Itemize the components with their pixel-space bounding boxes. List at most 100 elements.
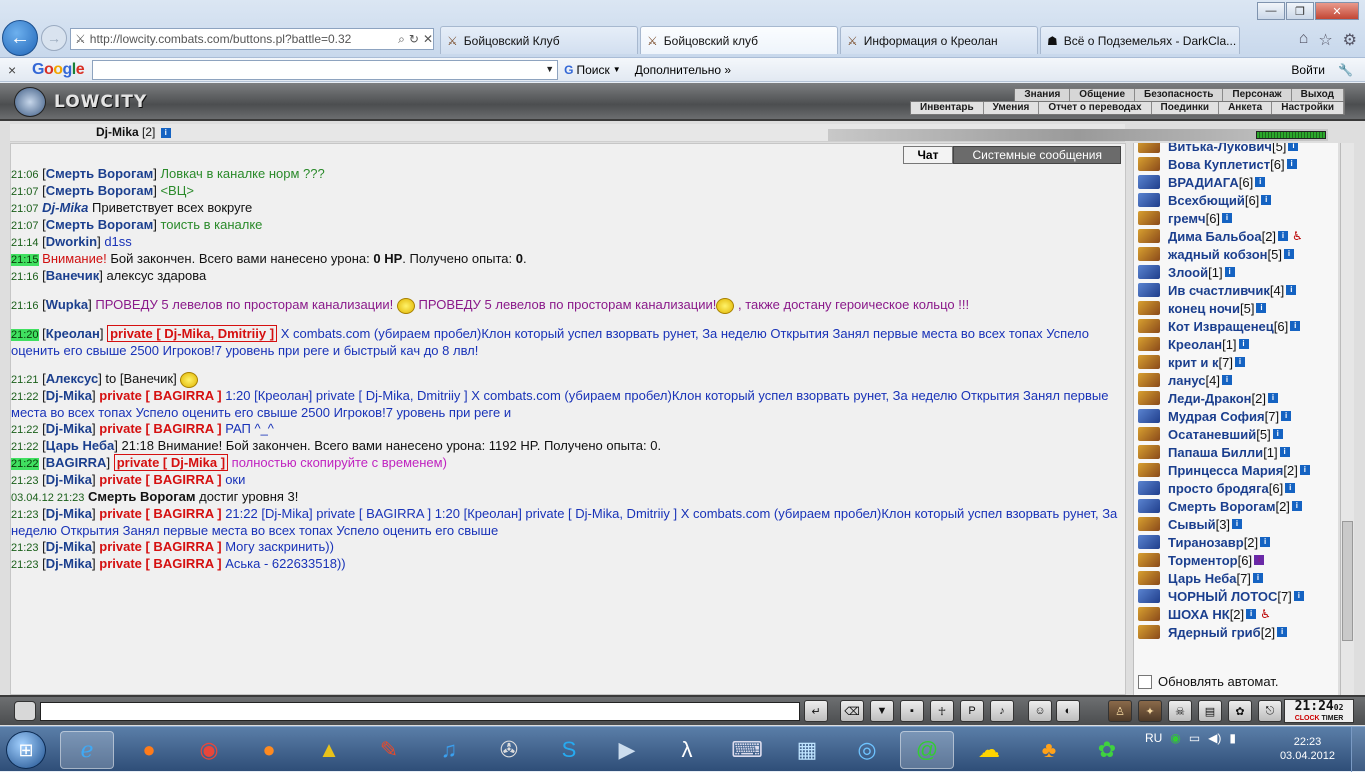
online-user-name[interactable]: Тиранозавр bbox=[1168, 535, 1244, 550]
helmet-button[interactable]: ◐ bbox=[1056, 700, 1080, 722]
user-status-icon[interactable] bbox=[1138, 553, 1160, 567]
taskbar-app-4[interactable]: ● bbox=[242, 731, 296, 769]
online-user-name[interactable]: гремч bbox=[1168, 211, 1206, 226]
private-tag[interactable]: private [ BAGIRRA ] bbox=[99, 539, 221, 554]
message-timestamp[interactable]: 21:23 bbox=[11, 542, 39, 554]
user-status-icon[interactable] bbox=[1138, 175, 1160, 189]
message-timestamp[interactable]: 21:22 bbox=[11, 424, 39, 436]
user-status-icon[interactable] bbox=[1138, 265, 1160, 279]
message-nick[interactable]: Смерть Ворогам bbox=[46, 183, 153, 198]
message-nick[interactable]: Dworkin bbox=[46, 234, 97, 249]
settings-icon[interactable]: ⚙ bbox=[1343, 30, 1357, 50]
volume-icon[interactable]: ◀) bbox=[1208, 731, 1221, 745]
message-timestamp[interactable]: 21:20 bbox=[11, 329, 39, 341]
info-icon[interactable]: i bbox=[1232, 519, 1243, 529]
browser-tab-2[interactable]: ⚔ Бойцовский клуб bbox=[640, 26, 838, 54]
message-timestamp[interactable]: 21:22 bbox=[11, 391, 39, 403]
close-button[interactable]: ✕ bbox=[1315, 2, 1359, 20]
online-user[interactable]: ШОХА НК [2] i ♿ bbox=[1138, 605, 1338, 623]
online-user-name[interactable]: Смерть Ворогам bbox=[1168, 499, 1275, 514]
info-icon[interactable]: i bbox=[1256, 303, 1267, 313]
online-user-name[interactable]: ШОХА НК bbox=[1168, 607, 1230, 622]
online-user[interactable]: Торментор [6] i bbox=[1138, 551, 1338, 569]
action-button-5[interactable]: ✿ bbox=[1228, 700, 1252, 722]
online-user-name[interactable]: жадный кобзон bbox=[1168, 247, 1267, 262]
online-user[interactable]: Мудрая София [7] i bbox=[1138, 407, 1338, 425]
menu-transfers[interactable]: Отчет о переводах bbox=[1039, 102, 1152, 114]
message-nick[interactable]: Dj-Mika bbox=[46, 539, 92, 554]
message-timestamp[interactable]: 21:07 bbox=[11, 203, 39, 215]
system-clock[interactable]: 22:23 03.04.2012 bbox=[1280, 735, 1335, 763]
user-status-icon[interactable] bbox=[1138, 571, 1160, 585]
online-user[interactable]: крит и к [7] i bbox=[1138, 353, 1338, 371]
online-user[interactable]: ЧОРНЫЙ ЛОТОС [7] i bbox=[1138, 587, 1338, 605]
auto-refresh[interactable]: Обновлять автомат. bbox=[1138, 674, 1278, 689]
message-timestamp[interactable]: 21:06 bbox=[11, 169, 39, 181]
menu-battles[interactable]: Поединки bbox=[1152, 102, 1220, 114]
login-button[interactable]: Войти bbox=[1291, 63, 1325, 77]
message-timestamp[interactable]: 21:07 bbox=[11, 186, 39, 198]
online-user[interactable]: Ив счастливчик [4] i bbox=[1138, 281, 1338, 299]
online-user-name[interactable]: ВРАДИАГА bbox=[1168, 175, 1239, 190]
taskbar-music[interactable]: ♫ bbox=[422, 731, 476, 769]
user-status-icon[interactable] bbox=[1138, 283, 1160, 297]
online-user[interactable]: ВРАДИАГА [6] i bbox=[1138, 173, 1338, 191]
info-icon[interactable]: i bbox=[1286, 285, 1297, 295]
user-status-icon[interactable] bbox=[1138, 391, 1160, 405]
sound-button[interactable]: ♪ bbox=[990, 700, 1014, 722]
google-search-button[interactable]: G Поиск ▼ bbox=[564, 63, 621, 77]
user-status-icon[interactable] bbox=[1138, 517, 1160, 531]
info-icon[interactable]: i bbox=[1277, 627, 1288, 637]
taskbar-media[interactable]: ▶ bbox=[600, 731, 654, 769]
online-user-name[interactable]: Витька-Лукович bbox=[1168, 143, 1272, 154]
online-user[interactable]: Дима Бальбоа [2] i ♿ bbox=[1138, 227, 1338, 245]
info-icon[interactable]: i bbox=[1286, 159, 1297, 169]
send-button[interactable]: ↵ bbox=[804, 700, 828, 722]
user-status-icon[interactable] bbox=[1138, 409, 1160, 423]
online-user[interactable]: Всехбющий [6] i bbox=[1138, 191, 1338, 209]
taskbar-chrome[interactable]: ◉ bbox=[182, 731, 236, 769]
user-status-icon[interactable] bbox=[1138, 535, 1160, 549]
message-timestamp[interactable]: 21:16 bbox=[11, 300, 39, 312]
browser-tab-3[interactable]: ⚔ Информация о Креолан bbox=[840, 26, 1038, 54]
message-timestamp[interactable]: 21:23 bbox=[11, 559, 39, 571]
private-tag[interactable]: private [ BAGIRRA ] bbox=[99, 556, 221, 571]
online-user[interactable]: Сывый [3] i bbox=[1138, 515, 1338, 533]
online-user[interactable]: Царь Неба [7] i bbox=[1138, 569, 1338, 587]
menu-profile[interactable]: Анкета bbox=[1219, 102, 1273, 114]
online-user[interactable]: Осатаневший [5] i bbox=[1138, 425, 1338, 443]
google-search-input[interactable] bbox=[92, 59, 559, 80]
message-nick[interactable]: Креолан bbox=[46, 326, 100, 341]
menu-skills[interactable]: Умения bbox=[984, 102, 1040, 114]
taskbar-video[interactable]: ✇ bbox=[482, 731, 536, 769]
menu-knowledge[interactable]: Знания bbox=[1015, 89, 1071, 101]
info-icon[interactable]: i bbox=[1238, 339, 1249, 349]
movement-button[interactable]: ☥ bbox=[930, 700, 954, 722]
back-button[interactable]: ← bbox=[2, 20, 38, 56]
taskbar-eye[interactable]: ◎ bbox=[840, 731, 894, 769]
info-icon[interactable]: i bbox=[1260, 537, 1271, 547]
online-user-name[interactable]: Папаша Билли bbox=[1168, 445, 1263, 460]
user-status-icon[interactable] bbox=[1138, 193, 1160, 207]
user-status-icon[interactable] bbox=[1138, 229, 1160, 243]
user-status-icon[interactable] bbox=[1138, 625, 1160, 639]
info-icon[interactable]: i bbox=[1283, 249, 1294, 259]
user-status-icon[interactable] bbox=[1138, 463, 1160, 477]
forward-button[interactable]: → bbox=[41, 25, 67, 51]
message-nick[interactable]: Алексус bbox=[46, 371, 98, 386]
tray-icon-2[interactable]: ▭ bbox=[1189, 731, 1200, 745]
info-icon[interactable]: i bbox=[1222, 213, 1233, 223]
taskbar-calculator[interactable]: ▦ bbox=[780, 731, 834, 769]
online-user-name[interactable]: Всехбющий bbox=[1168, 193, 1245, 208]
online-user[interactable]: Злоой [1] i bbox=[1138, 263, 1338, 281]
address-text[interactable]: http://lowcity.combats.com/buttons.pl?ba… bbox=[90, 32, 394, 46]
info-icon[interactable]: i bbox=[1267, 393, 1278, 403]
online-user-name[interactable]: конец ночи bbox=[1168, 301, 1240, 316]
language-indicator[interactable]: RU bbox=[1145, 731, 1162, 745]
info-icon[interactable]: i bbox=[1299, 465, 1310, 475]
taskbar-ie[interactable]: ℯ bbox=[60, 731, 114, 769]
online-user-name[interactable]: Ядерный гриб bbox=[1168, 625, 1261, 640]
message-nick[interactable]: Dj-Mika bbox=[42, 200, 88, 215]
tray-icon-1[interactable]: ◉ bbox=[1170, 731, 1180, 745]
action-button-4[interactable]: ▤ bbox=[1198, 700, 1222, 722]
